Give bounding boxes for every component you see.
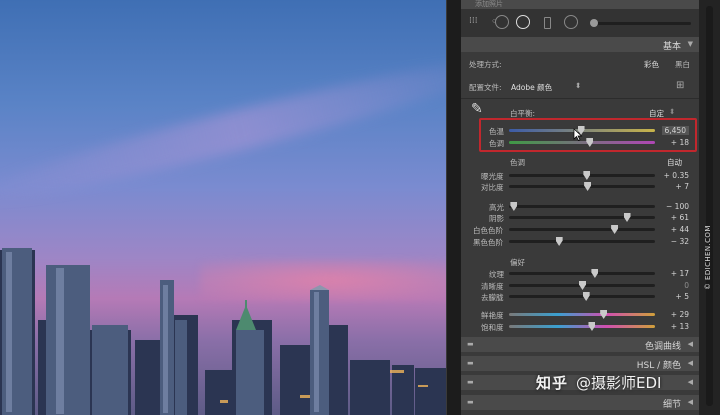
mouse-cursor-icon: [573, 128, 583, 141]
basic-header[interactable]: 基本 ▼: [461, 37, 699, 52]
texture-value[interactable]: + 17: [671, 269, 689, 278]
blacks-value[interactable]: − 32: [671, 237, 689, 246]
city-skyline: [0, 248, 446, 415]
exposure-slider-knob[interactable]: [583, 171, 591, 180]
section-toggle-icon[interactable]: ▬: [467, 398, 474, 406]
expand-icon: ◀: [687, 398, 693, 406]
dehaze-label: 去朦胧: [481, 293, 504, 302]
shadows-label: 阴影: [489, 214, 504, 223]
saturation-slider-knob[interactable]: [588, 322, 596, 331]
graduated-filter-icon[interactable]: [544, 17, 551, 29]
treatment-color-button[interactable]: 彩色: [644, 59, 659, 70]
scrollbar-track[interactable]: [706, 6, 713, 406]
vibrance-label: 鲜艳度: [481, 311, 504, 320]
expand-icon: ◀: [687, 340, 693, 348]
wb-dropdown-icon[interactable]: ⬍: [669, 107, 675, 116]
whites-value[interactable]: + 44: [671, 225, 689, 234]
vibrance-value[interactable]: + 29: [671, 310, 689, 319]
treatment-bw-button[interactable]: 黑白: [675, 59, 690, 70]
exposure-value[interactable]: + 0.35: [664, 171, 689, 180]
detail-title: 细节: [662, 400, 681, 410]
saturation-slider[interactable]: [509, 322, 655, 331]
sidebar-credit: © EDICHEN.COM: [704, 225, 712, 290]
panel-scrollbar[interactable]: © EDICHEN.COM: [699, 0, 720, 415]
exposure-label: 曝光度: [481, 172, 504, 181]
section-toggle-icon[interactable]: ▬: [467, 359, 474, 367]
dehaze-slider[interactable]: [509, 292, 655, 301]
watermark-author: @摄影师EDI: [576, 374, 662, 392]
spot-removal-icon[interactable]: [495, 15, 509, 29]
saturation-value[interactable]: + 13: [671, 322, 689, 331]
whites-label: 白色色阶: [473, 226, 503, 235]
tool-strip: ⁞⁞⁞ ◦: [461, 9, 699, 37]
tone-curve-header[interactable]: ▬ 色调曲线 ◀: [461, 337, 699, 352]
eyedropper-icon[interactable]: ✎: [471, 101, 483, 117]
photo-preview[interactable]: [0, 0, 446, 415]
exposure-slider[interactable]: [509, 171, 655, 180]
section-toggle-icon[interactable]: ▬: [467, 378, 474, 386]
blacks-slider[interactable]: [509, 237, 655, 246]
profile-dropdown[interactable]: Adobe 颜色: [511, 82, 552, 93]
tone-label: 色调: [510, 158, 525, 167]
grid-dots-icon[interactable]: ⁞⁞⁞: [469, 16, 478, 26]
radial-filter-icon[interactable]: [564, 15, 578, 29]
develop-panel: 添加照片 ⁞⁞⁞ ◦ 基本 ▼ 处理方式: 彩色 黑白 配置文件: Adobe …: [461, 0, 699, 415]
collapse-icon: ▼: [687, 40, 693, 48]
separator: [461, 98, 699, 99]
texture-slider[interactable]: [509, 269, 655, 278]
contrast-slider-knob[interactable]: [584, 182, 592, 191]
highlights-value[interactable]: − 100: [666, 202, 689, 211]
dehaze-value[interactable]: + 5: [676, 292, 689, 301]
detail-header[interactable]: ▬ 细节 ◀: [461, 395, 699, 410]
presence-label: 偏好: [510, 258, 525, 267]
dehaze-slider-knob[interactable]: [582, 292, 590, 301]
redeye-icon[interactable]: [516, 15, 530, 29]
basic-title: 基本: [662, 42, 681, 52]
shadows-value[interactable]: + 61: [671, 213, 689, 222]
expand-icon: ◀: [687, 359, 693, 367]
highlights-label: 高光: [489, 203, 504, 212]
whites-slider-knob[interactable]: [611, 225, 619, 234]
texture-label: 纹理: [489, 270, 504, 279]
contrast-label: 对比度: [481, 183, 504, 192]
blacks-slider-knob[interactable]: [555, 237, 563, 246]
clarity-value[interactable]: 0: [684, 281, 689, 290]
treatment-label: 处理方式:: [469, 60, 502, 69]
top-strip: 添加照片: [461, 0, 699, 9]
profile-dropdown-icon[interactable]: ⬍: [575, 81, 581, 90]
highlights-slider[interactable]: [509, 202, 655, 211]
tone-curve-title: 色调曲线: [644, 342, 681, 352]
clarity-slider[interactable]: [509, 281, 655, 290]
vibrance-slider-knob[interactable]: [600, 310, 608, 319]
watermark-brand: 知乎: [536, 374, 569, 392]
highlight-box: [479, 118, 697, 152]
tone-auto-button[interactable]: 自动: [667, 157, 682, 168]
clarity-label: 清晰度: [481, 282, 504, 291]
section-toggle-icon[interactable]: ▬: [467, 340, 474, 348]
profile-browser-icon[interactable]: ⊞: [676, 80, 684, 91]
watermark: 知乎 @摄影师EDI: [536, 372, 661, 393]
profile-label: 配置文件:: [469, 83, 502, 92]
highlights-slider-knob[interactable]: [510, 202, 518, 211]
hsl-header[interactable]: ▬ HSL / 颜色 ◀: [461, 356, 699, 371]
top-strip-title: 添加照片: [475, 0, 503, 8]
shadows-slider[interactable]: [509, 213, 655, 222]
contrast-value[interactable]: + 7: [676, 182, 689, 191]
shadows-slider-knob[interactable]: [623, 213, 631, 222]
panel-divider: [446, 0, 461, 415]
hsl-title: HSL / 颜色: [636, 361, 681, 371]
vibrance-slider[interactable]: [509, 310, 655, 319]
blacks-label: 黑色色阶: [473, 238, 503, 247]
whites-slider[interactable]: [509, 225, 655, 234]
texture-slider-knob[interactable]: [591, 269, 599, 278]
brush-slider[interactable]: [590, 19, 691, 27]
saturation-label: 饱和度: [481, 323, 504, 332]
clarity-slider-knob[interactable]: [579, 281, 586, 290]
expand-icon: ◀: [687, 378, 693, 386]
contrast-slider[interactable]: [509, 182, 655, 191]
